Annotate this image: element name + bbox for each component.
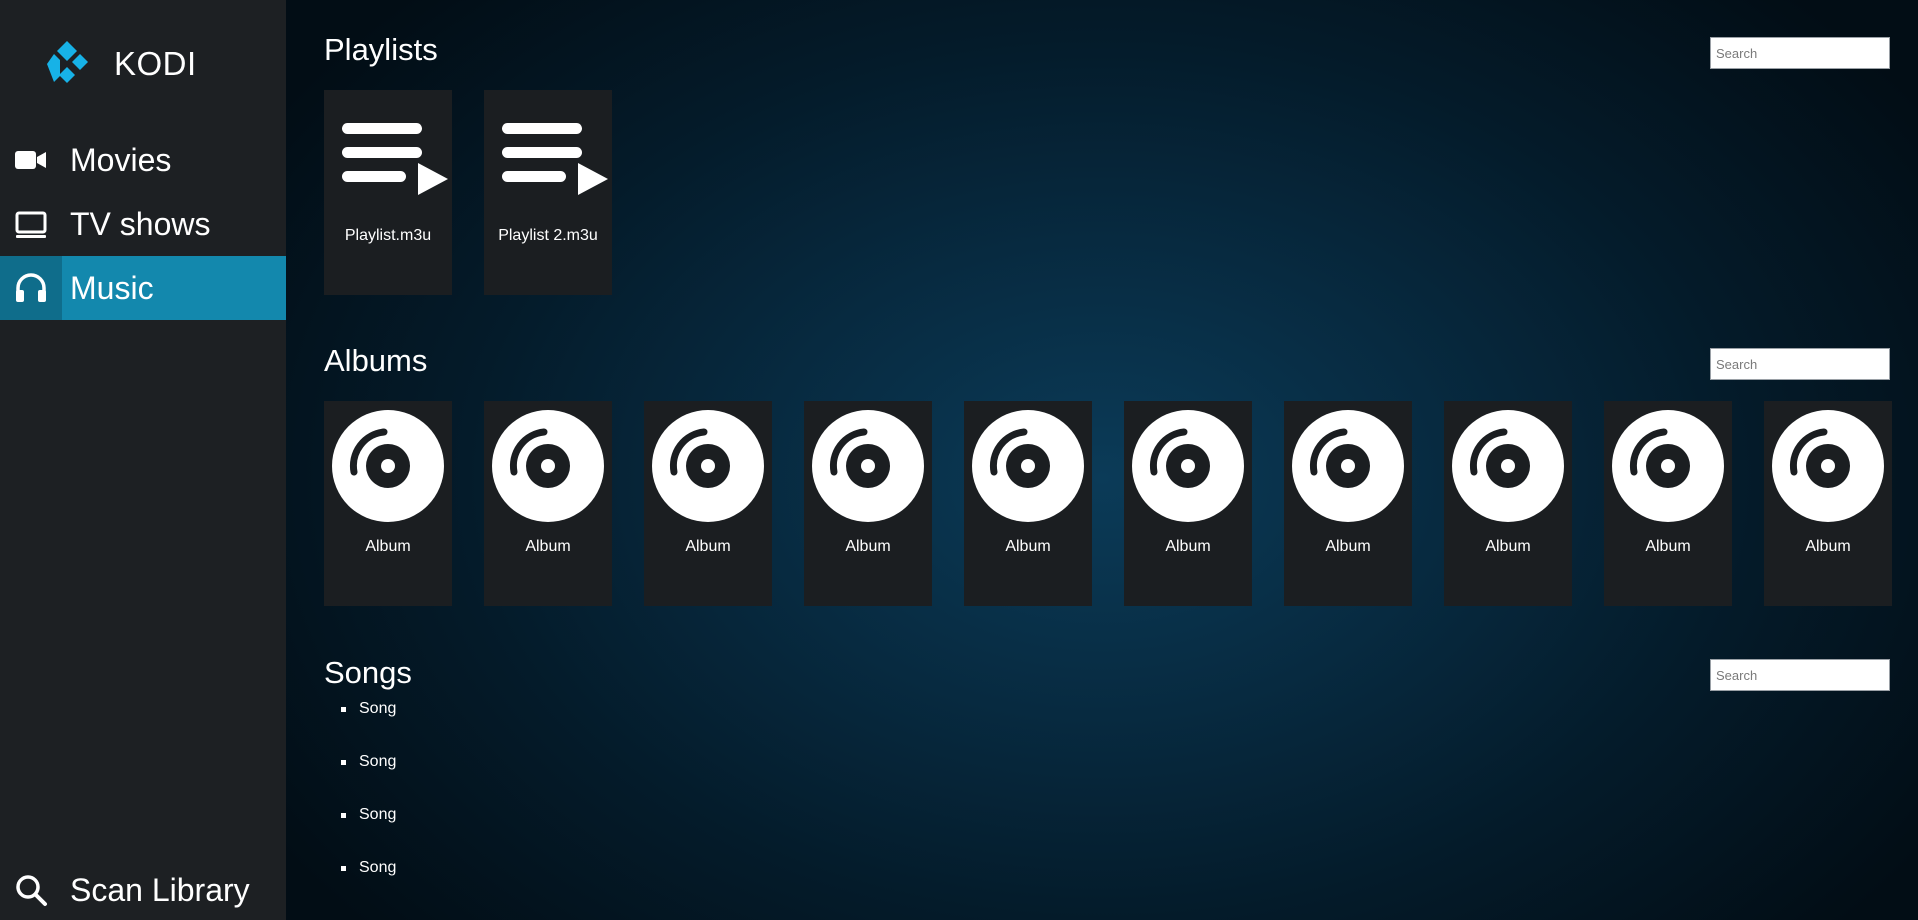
disc-icon [1764,401,1892,531]
disc-icon [1124,401,1252,531]
playlist-play-icon [484,90,612,220]
bullet-icon [341,760,346,765]
search-icon [0,858,62,920]
sidebar-item-label: TV shows [70,205,211,242]
bullet-icon [341,866,346,871]
sidebar-item-music[interactable]: Music [0,256,286,320]
sidebar-item-label: Movies [70,141,172,178]
playlist-play-icon [324,90,452,220]
playlists-title: Playlists [324,32,438,67]
sidebar: KODI Movies TV shows Music Scan Library [0,0,286,920]
song-title: Song [359,700,397,717]
disc-icon [484,401,612,531]
song-list-item[interactable]: Song [324,859,396,912]
playlist-label: Playlist.m3u [344,227,432,244]
kodi-logo[interactable]: KODI [42,36,197,92]
album-label: Album [685,538,731,555]
scan-library-button[interactable]: Scan Library [0,858,286,920]
album-card[interactable]: Album [644,401,772,606]
disc-icon [324,401,452,531]
album-label: Album [1005,538,1051,555]
kodi-logo-icon [47,41,88,83]
songs-title: Songs [324,655,412,690]
album-label: Album [525,538,571,555]
sidebar-item-label: Music [70,269,154,306]
playlist-card[interactable]: Playlist 2.m3u [484,90,612,295]
album-card[interactable]: Album [804,401,932,606]
songs-list: Song Song Song Song [324,700,396,912]
sidebar-item-tv-shows[interactable]: TV shows [0,192,286,256]
kodi-app: KODI Movies TV shows Music Scan Library … [0,0,1918,920]
album-card[interactable]: Album [1604,401,1732,606]
disc-icon [644,401,772,531]
disc-icon [1284,401,1412,531]
album-label: Album [845,538,891,555]
album-card[interactable]: Album [1444,401,1572,606]
headphones-icon [0,256,62,320]
scan-library-label: Scan Library [70,871,250,908]
album-card[interactable]: Album [1764,401,1892,606]
album-label: Album [1165,538,1211,555]
album-card[interactable]: Album [324,401,452,606]
disc-icon [964,401,1092,531]
album-card[interactable]: Album [1284,401,1412,606]
song-list-item[interactable]: Song [324,806,396,859]
song-list-item[interactable]: Song [324,753,396,806]
playlists-search-input[interactable] [1710,37,1890,69]
disc-icon [1604,401,1732,531]
songs-search-input[interactable] [1710,659,1890,691]
albums-search-input[interactable] [1710,348,1890,380]
album-label: Album [1805,538,1851,555]
monitor-icon [0,192,62,256]
song-title: Song [359,753,397,770]
playlist-card[interactable]: Playlist.m3u [324,90,452,295]
app-name: KODI [114,45,197,82]
disc-icon [1444,401,1572,531]
bullet-icon [341,707,346,712]
song-title: Song [359,806,397,823]
album-card[interactable]: Album [964,401,1092,606]
sidebar-item-movies[interactable]: Movies [0,128,286,192]
album-label: Album [1325,538,1371,555]
disc-icon [804,401,932,531]
video-camera-icon [0,128,62,192]
album-card[interactable]: Album [1124,401,1252,606]
album-label: Album [1485,538,1531,555]
album-label: Album [365,538,411,555]
song-title: Song [359,859,397,876]
album-label: Album [1645,538,1691,555]
song-list-item[interactable]: Song [324,700,396,753]
playlist-label: Playlist 2.m3u [498,227,598,244]
albums-title: Albums [324,343,428,378]
bullet-icon [341,813,346,818]
album-card[interactable]: Album [484,401,612,606]
main-content: Playlists Playlist.m3u [286,0,1918,920]
